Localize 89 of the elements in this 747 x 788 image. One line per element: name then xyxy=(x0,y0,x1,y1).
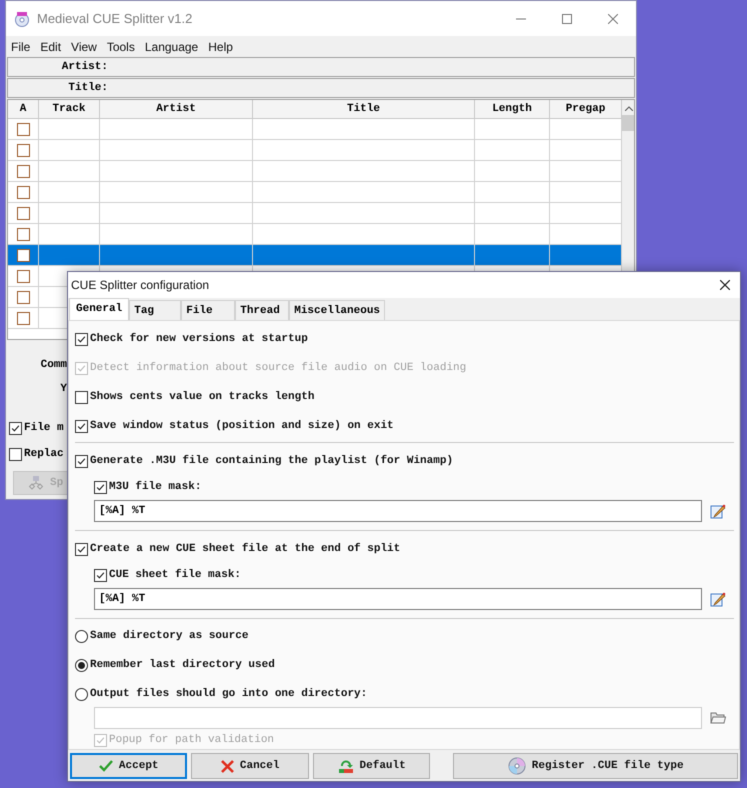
radio-button[interactable] xyxy=(75,659,88,672)
tab[interactable]: File xyxy=(181,300,236,320)
scroll-thumb[interactable] xyxy=(622,115,634,131)
checkmark-icon xyxy=(95,734,106,746)
checkbox-label: Save window status (position and size) on exit xyxy=(90,419,394,434)
close-icon[interactable] xyxy=(720,280,730,290)
checkbox[interactable] xyxy=(75,333,88,346)
radio-label: Output files should go into one directory: xyxy=(90,686,368,702)
checkmark-icon xyxy=(76,334,87,345)
folder-field[interactable] xyxy=(94,707,702,729)
checkbox[interactable] xyxy=(75,420,88,433)
checkbox-label: Check for new versions at startup xyxy=(90,332,308,348)
column-header[interactable]: Title xyxy=(253,100,475,119)
row-checkbox[interactable] xyxy=(16,290,30,304)
app-icon xyxy=(14,10,30,26)
checkbox[interactable] xyxy=(94,480,107,494)
checkmark-icon xyxy=(76,363,87,374)
tab[interactable]: General xyxy=(69,298,130,320)
radio-button[interactable] xyxy=(75,630,88,643)
checkbox-label: Popup for path validation xyxy=(109,732,274,748)
tab[interactable]: Thread xyxy=(235,300,290,320)
field-label: Title: xyxy=(67,80,108,96)
maximize-icon[interactable] xyxy=(562,14,572,24)
cancel-button[interactable]: Cancel xyxy=(191,753,309,779)
dialog-title: CUE Splitter configuration xyxy=(71,277,210,294)
check-icon xyxy=(98,760,113,772)
checkbox-label: CUE sheet file mask: xyxy=(109,568,242,583)
checkbox[interactable] xyxy=(75,391,88,404)
row-checkbox[interactable] xyxy=(16,164,30,178)
table-row[interactable] xyxy=(8,245,622,266)
column-header[interactable]: Length xyxy=(475,100,550,119)
checkmark-icon xyxy=(76,456,87,467)
radio-label: Remember last directory used xyxy=(90,658,275,674)
mask-field[interactable]: [%A] %T xyxy=(94,500,702,522)
checkbox[interactable] xyxy=(9,422,22,434)
tab[interactable]: Miscellaneous xyxy=(289,300,386,320)
menu-item[interactable]: File xyxy=(6,38,36,56)
checkbox-label: Generate .M3U file containing the playlist (for Winamp) xyxy=(90,454,454,470)
menu-item[interactable]: Tools xyxy=(102,38,140,56)
checkbox-label: Detect information about source file audio on CUE loading xyxy=(90,361,466,376)
row-checkbox[interactable] xyxy=(16,248,30,262)
checkbox[interactable] xyxy=(75,455,88,468)
checkbox-label: Replac xyxy=(24,446,64,462)
checkbox[interactable] xyxy=(94,568,107,582)
checkmark-icon xyxy=(76,544,87,555)
menu-item[interactable]: View xyxy=(66,38,102,56)
radio-label: Same directory as source xyxy=(90,629,248,644)
radio-button[interactable] xyxy=(75,688,88,701)
diagram-icon xyxy=(28,475,44,491)
disc-icon xyxy=(508,757,526,775)
register-button[interactable]: Register .CUE file type xyxy=(453,753,738,779)
menu-item[interactable]: Help xyxy=(203,38,238,56)
row-checkbox[interactable] xyxy=(16,122,30,136)
menu-item[interactable]: Language xyxy=(140,38,204,56)
pencil-icon[interactable] xyxy=(710,591,726,607)
default-button[interactable]: Default xyxy=(312,753,430,779)
column-header[interactable]: A xyxy=(8,100,39,119)
field-label: Artist: xyxy=(60,60,108,75)
checkmark-icon xyxy=(95,482,106,492)
accept-button[interactable]: Accept xyxy=(70,753,188,779)
pencil-icon[interactable] xyxy=(710,503,726,519)
checkbox-label: Shows cents value on tracks length xyxy=(90,390,314,406)
row-checkbox[interactable] xyxy=(16,144,30,156)
row-checkbox[interactable] xyxy=(16,312,30,324)
column-header[interactable]: Artist xyxy=(100,100,253,119)
checkbox-label: M3U file mask: xyxy=(109,480,202,495)
column-header[interactable]: Track xyxy=(39,100,100,119)
checkbox[interactable] xyxy=(75,543,88,556)
row-checkbox[interactable] xyxy=(16,270,30,282)
cross-icon xyxy=(220,760,234,772)
folder-icon[interactable] xyxy=(710,711,726,725)
row-checkbox[interactable] xyxy=(16,186,30,198)
checkbox-label: Create a new CUE sheet file at the end of split xyxy=(90,542,400,558)
checkbox[interactable] xyxy=(9,448,22,460)
reset-icon xyxy=(338,758,354,774)
field-label: Comm xyxy=(40,358,67,373)
row-checkbox[interactable] xyxy=(16,228,30,240)
tab[interactable]: Tag xyxy=(129,300,182,320)
column-header[interactable]: Pregap xyxy=(550,100,622,119)
menu-item[interactable]: Edit xyxy=(35,38,66,56)
checkmark-icon xyxy=(76,421,87,432)
checkmark-icon xyxy=(95,570,106,580)
checkbox-label: File m xyxy=(24,420,64,436)
scroll-up-icon[interactable] xyxy=(625,106,633,111)
window-title: Medieval CUE Splitter v1.2 xyxy=(37,10,192,28)
row-checkbox[interactable] xyxy=(16,206,30,220)
mask-field[interactable]: [%A] %T xyxy=(94,588,702,610)
field-label: Y xyxy=(60,382,67,397)
checkmark-icon xyxy=(10,422,21,434)
